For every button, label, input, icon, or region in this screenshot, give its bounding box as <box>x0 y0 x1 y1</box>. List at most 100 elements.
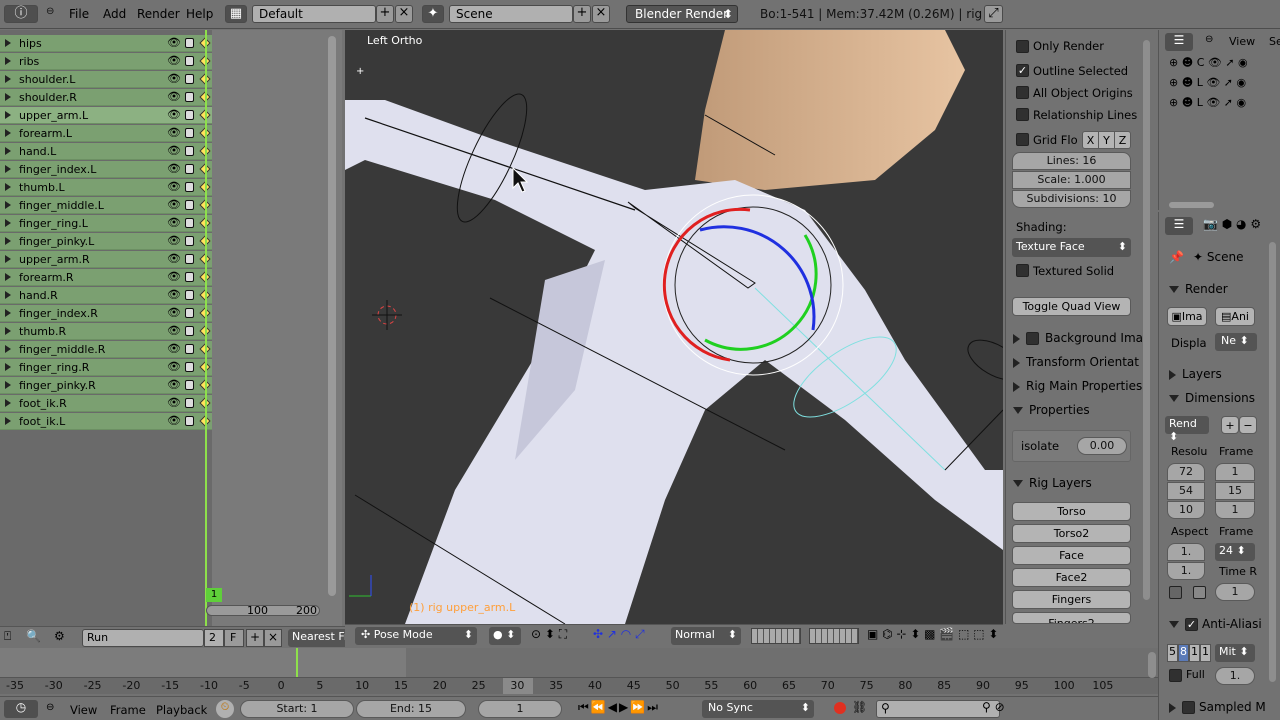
properties-context-tabs[interactable]: 📷 ⬢ ◕ ⚙ <box>1203 217 1280 235</box>
background-images-checkbox[interactable] <box>1026 332 1039 345</box>
menu-add[interactable]: Add <box>103 7 126 21</box>
expand-arrow-icon[interactable] <box>5 183 11 191</box>
start-frame-field[interactable]: Start: 1 <box>240 700 354 718</box>
properties-panel[interactable]: Properties <box>1013 403 1090 417</box>
lock-icon[interactable] <box>185 110 194 120</box>
keyframe-insert-icons[interactable]: ⚲ ⊘ <box>982 700 1018 718</box>
pivot-selector-icons[interactable]: ⊙ ⬍ ⛶ <box>531 627 583 645</box>
timeline-menu-playback[interactable]: Playback <box>156 703 207 717</box>
channel-row[interactable]: thumb.R 👁 <box>0 323 212 340</box>
layer-fingers2-button[interactable]: Fingers2 <box>1012 612 1131 624</box>
eye-icon[interactable]: 👁 <box>167 234 181 247</box>
frame-start-field[interactable]: 1 <box>1215 463 1255 481</box>
resolution-percent-field[interactable]: 10 <box>1167 501 1205 519</box>
expand-arrow-icon[interactable] <box>5 129 11 137</box>
render-panel[interactable]: Render <box>1169 282 1228 296</box>
vertical-scrollbar[interactable] <box>328 36 336 596</box>
dopesheet-filter-icon[interactable]: ⍞ <box>4 629 22 647</box>
channel-row[interactable]: foot_ik.L 👁 <box>0 413 212 430</box>
eye-icon[interactable]: 👁 <box>167 126 181 139</box>
scene-field[interactable]: Scene <box>449 5 573 23</box>
layer-grid-b[interactable] <box>809 628 859 644</box>
search-icon[interactable]: 🔍 <box>26 629 48 647</box>
editor-type-icon[interactable]: ⓘ <box>4 5 38 23</box>
full-sample-checkbox[interactable] <box>1169 669 1182 682</box>
channel-row[interactable]: shoulder.R 👁 <box>0 89 212 106</box>
channel-row[interactable]: foot_ik.R 👁 <box>0 395 212 412</box>
expand-arrow-icon[interactable] <box>5 201 11 209</box>
toggle-quad-view-button[interactable]: Toggle Quad View <box>1012 297 1131 316</box>
expand-arrow-icon[interactable] <box>5 345 11 353</box>
outliner-scrollbar[interactable] <box>1169 202 1214 208</box>
aa-samples-row[interactable]: 5 8 1 1 <box>1167 644 1211 662</box>
channel-row[interactable]: finger_index.L 👁 <box>0 161 212 178</box>
frame-step-field[interactable]: 1 <box>1215 501 1255 519</box>
lock-icon[interactable] <box>185 416 194 426</box>
layer-fingers-button[interactable]: Fingers <box>1012 590 1131 609</box>
expand-arrow-icon[interactable] <box>5 111 11 119</box>
lock-icon[interactable] <box>185 74 194 84</box>
lock-icon[interactable] <box>185 218 194 228</box>
eye-icon[interactable]: 👁 <box>167 270 181 283</box>
properties-editor-icon[interactable]: ☰ <box>1165 217 1193 235</box>
eye-icon[interactable]: 👁 <box>167 306 181 319</box>
outliner-item[interactable]: ⊕ ☻ C 👁 ➚ ◉ <box>1169 56 1248 69</box>
add-scene-icon[interactable]: + <box>573 5 591 23</box>
anti-aliasing-panel[interactable]: ✓ Anti-Aliasi <box>1169 617 1262 631</box>
layer-torso-button[interactable]: Torso <box>1012 502 1131 521</box>
layers-panel[interactable]: Layers <box>1169 367 1222 381</box>
dopesheet-keyframe-area[interactable]: 1 100 200 <box>205 30 342 628</box>
playback-controls[interactable]: ⏮⏪◀▶⏩⏭ <box>578 700 698 718</box>
remove-preset-icon[interactable]: − <box>1239 416 1257 434</box>
add-preset-icon[interactable]: + <box>1221 416 1239 434</box>
mode-select[interactable]: ✣ Pose Mode ⬍ <box>355 627 477 645</box>
layer-face-button[interactable]: Face <box>1012 546 1131 565</box>
filter-size-field[interactable]: 1. <box>1215 667 1255 685</box>
grid-subdivisions-field[interactable]: Subdivisions: 10 <box>1012 190 1131 208</box>
shading-select[interactable]: Texture Face ⬍ <box>1012 238 1131 257</box>
sync-mode-select[interactable]: No Sync ⬍ <box>702 700 814 718</box>
eye-icon[interactable]: 👁 <box>167 396 181 409</box>
axis-x-toggle[interactable]: X <box>1082 131 1099 149</box>
expand-arrow-icon[interactable] <box>5 147 11 155</box>
outliner-view-menu[interactable]: View <box>1229 35 1255 48</box>
lock-icon[interactable] <box>185 344 194 354</box>
channel-row[interactable]: thumb.L 👁 <box>0 179 212 196</box>
current-frame-field[interactable]: 1 <box>478 700 562 718</box>
expand-arrow-icon[interactable] <box>5 381 11 389</box>
all-object-origins-checkbox[interactable] <box>1016 86 1029 99</box>
channel-row[interactable]: shoulder.L 👁 <box>0 71 212 88</box>
channel-row[interactable]: forearm.L 👁 <box>0 125 212 142</box>
lock-icon[interactable] <box>185 92 194 102</box>
lock-icon[interactable] <box>185 398 194 408</box>
channel-row[interactable]: ribs 👁 <box>0 53 212 70</box>
channel-row[interactable]: forearm.R 👁 <box>0 269 212 286</box>
manipulator-icons[interactable]: ✣ ↗ ◠ ⤢ <box>593 627 669 645</box>
layout-field[interactable]: Default <box>252 5 376 23</box>
end-frame-field[interactable]: End: 15 <box>356 700 466 718</box>
layer-face2-button[interactable]: Face2 <box>1012 568 1131 587</box>
channel-row[interactable]: hand.R 👁 <box>0 287 212 304</box>
lock-icon[interactable] <box>185 326 194 336</box>
anti-aliasing-checkbox[interactable]: ✓ <box>1185 618 1198 631</box>
expand-arrow-icon[interactable] <box>5 75 11 83</box>
eye-icon[interactable]: 👁 <box>167 324 181 337</box>
lock-icon[interactable] <box>185 272 194 282</box>
close-layout-icon[interactable]: × <box>395 5 413 23</box>
expand-arrow-icon[interactable] <box>5 291 11 299</box>
expand-arrow-icon[interactable] <box>5 237 11 245</box>
channel-row[interactable]: hips 👁 <box>0 35 212 52</box>
eye-icon[interactable]: 👁 <box>167 180 181 193</box>
only-render-checkbox[interactable] <box>1016 40 1029 53</box>
lock-icon[interactable] <box>185 380 194 390</box>
scene-icon[interactable]: ✦ <box>422 5 444 23</box>
lock-icon[interactable] <box>185 182 194 192</box>
rig-layers-panel[interactable]: Rig Layers <box>1013 476 1092 490</box>
expand-arrow-icon[interactable] <box>5 165 11 173</box>
eye-icon[interactable]: 👁 <box>167 36 181 49</box>
resolution-y-field[interactable]: 54 <box>1167 482 1205 500</box>
lock-icon[interactable] <box>185 362 194 372</box>
npanel-scrollbar[interactable] <box>1143 40 1150 600</box>
collapse-menu-icon[interactable]: ⊖ <box>46 702 54 713</box>
textured-solid-checkbox[interactable] <box>1016 264 1029 277</box>
